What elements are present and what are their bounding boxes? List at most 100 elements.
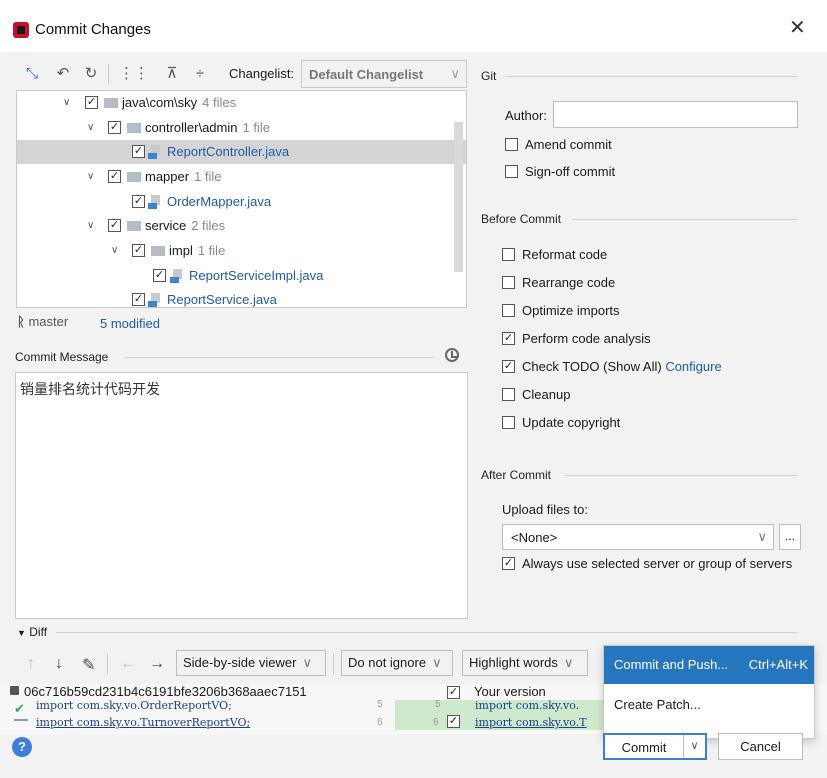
help-button[interactable]: ? <box>12 737 32 757</box>
branch-name: master <box>28 314 69 329</box>
option-label: Check TODO (Show All) Configure <box>522 359 722 374</box>
option-label: Cleanup <box>522 387 571 402</box>
browse-servers-button[interactable]: ... <box>779 524 801 550</box>
commit-button-label: Commit <box>621 740 667 755</box>
after-commit-header: After Commit <box>481 468 552 482</box>
checkbox[interactable]: ✓ <box>132 195 145 208</box>
tree-row[interactable]: ∨ ✓ controller\admin 1 file <box>17 116 466 140</box>
checkbox[interactable]: ✓ <box>502 557 515 570</box>
tree-row[interactable]: ∨ ✓ impl 1 file <box>17 239 466 263</box>
checkbox[interactable]: ✓ <box>132 145 145 158</box>
tree-label: java\com\sky <box>122 95 198 110</box>
menu-item-shortcut: Ctrl+Alt+K <box>748 657 808 672</box>
checkbox[interactable]: ✓ <box>502 360 515 373</box>
code-line: import com.sky.vo.OrderReportVO; <box>36 699 232 712</box>
commit-history-icon[interactable] <box>445 348 459 362</box>
group-by-icon[interactable]: ⋮⋮ <box>119 64 149 84</box>
tree-row[interactable]: ∨ ✓ mapper 1 file <box>17 165 466 189</box>
cancel-button[interactable]: Cancel <box>718 733 803 760</box>
configure-link[interactable]: Configure <box>665 359 721 374</box>
folder-icon <box>127 123 141 133</box>
ignore-whitespace-select[interactable]: Do not ignore ∨ <box>341 650 453 676</box>
tree-row[interactable]: ✓ ReportServiceImpl.java <box>17 264 466 288</box>
tree-label: impl <box>169 243 193 258</box>
chevron-down-icon[interactable]: ∨ <box>683 735 705 758</box>
commit-button[interactable]: Commit ∨ <box>603 733 707 760</box>
arrow-right-icon[interactable]: → <box>149 655 165 673</box>
highlight-mode-select[interactable]: Highlight words ∨ <box>462 650 588 676</box>
checkbox[interactable] <box>505 138 518 151</box>
checkbox[interactable] <box>502 388 515 401</box>
branch-indicator[interactable]: ᚱ master <box>17 314 68 329</box>
changelist-value: Default Changelist <box>309 67 424 82</box>
tree-row[interactable]: ∨ ✓ service 2 files <box>17 214 466 238</box>
arrow-down-icon[interactable]: ↓ <box>55 655 63 673</box>
arrow-left-icon[interactable]: ← <box>120 655 136 673</box>
menu-item-label: Create Patch... <box>614 697 701 712</box>
checkbox[interactable]: ✓ <box>108 170 121 183</box>
rollback-icon[interactable]: ↶ <box>53 64 73 84</box>
chevron-down-icon: ∨ <box>563 655 574 670</box>
chevron-down-icon[interactable]: ∨ <box>63 91 70 115</box>
checkbox[interactable] <box>502 276 515 289</box>
checkbox[interactable] <box>502 304 515 317</box>
changelist-select[interactable]: Default Changelist ∨ <box>301 60 467 88</box>
checkbox[interactable] <box>502 248 515 261</box>
checkbox[interactable]: ✓ <box>108 121 121 134</box>
line-number: 6 <box>433 717 439 728</box>
option-label: Perform code analysis <box>522 331 651 346</box>
tree-row-selected[interactable]: ✓ ReportController.java <box>17 140 466 164</box>
include-checkbox-header[interactable]: ✓ <box>447 683 460 699</box>
checkbox[interactable]: ✓ <box>85 96 98 109</box>
chevron-down-icon[interactable]: ∨ <box>87 116 94 140</box>
show-diff-icon[interactable]: ⤡ <box>22 64 42 84</box>
divider <box>572 219 797 220</box>
tree-row[interactable]: ∨ ✓ java\com\sky 4 files <box>17 91 466 115</box>
checkbox[interactable]: ✓ <box>502 332 515 345</box>
commit-message-input[interactable]: 销量排名统计代码开发 <box>15 372 468 619</box>
checkbox[interactable]: ✓ <box>132 244 145 257</box>
ignore-value: Do not ignore <box>348 655 427 670</box>
checkbox[interactable]: ✓ <box>132 293 145 306</box>
folder-icon <box>151 246 165 256</box>
modified-count-link[interactable]: 5 modified <box>100 316 160 331</box>
line-number: 5 <box>435 699 441 710</box>
checkbox[interactable]: ✓ <box>447 686 460 699</box>
refresh-icon[interactable]: ↻ <box>81 64 101 84</box>
chevron-down-icon[interactable]: ∨ <box>111 239 118 263</box>
option-label: Always use selected server or group of s… <box>522 556 793 571</box>
tree-row[interactable]: ✓ ReportService.java <box>17 288 466 307</box>
divider <box>565 475 797 476</box>
chevron-down-icon[interactable]: ∨ <box>87 165 94 189</box>
edit-icon[interactable]: ✎ <box>82 655 95 675</box>
upload-label: Upload files to: <box>502 502 588 517</box>
close-icon[interactable]: ✕ <box>789 18 806 38</box>
collapse-all-icon[interactable]: ÷ <box>190 64 210 84</box>
file-count: 1 file <box>242 120 270 135</box>
viewer-mode-select[interactable]: Side-by-side viewer ∨ <box>176 650 326 676</box>
tree-label: OrderMapper.java <box>167 194 272 209</box>
commit-and-push-item[interactable]: Commit and Push... Ctrl+Alt+K <box>604 646 814 684</box>
intellij-app-icon <box>13 22 29 38</box>
checkbox[interactable]: ✓ <box>153 269 166 282</box>
diff-toggle[interactable]: ▼ Diff <box>17 625 47 639</box>
checkbox[interactable]: ✓ <box>108 219 121 232</box>
tree-scrollbar[interactable] <box>454 122 463 272</box>
upload-server-select[interactable]: <None> ∨ <box>502 524 774 550</box>
chevron-down-icon[interactable]: ∨ <box>87 214 94 238</box>
file-count: 2 files <box>191 218 226 233</box>
author-input[interactable] <box>553 101 798 128</box>
checkbox[interactable]: ✓ <box>447 715 460 728</box>
changes-tree[interactable]: ∨ ✓ java\com\sky 4 files ∨ ✓ controller\a… <box>16 90 467 308</box>
tree-row[interactable]: ✓ OrderMapper.java <box>17 190 466 214</box>
checkbox[interactable] <box>505 165 518 178</box>
tree-label: ReportController.java <box>167 144 290 159</box>
arrow-up-icon[interactable]: ↑ <box>27 655 35 673</box>
expand-all-icon[interactable]: ⊼ <box>162 64 182 84</box>
commit-message-header: Commit Message <box>15 350 109 364</box>
toolbar-separator <box>108 64 109 84</box>
checkbox[interactable] <box>502 416 515 429</box>
include-line-checkbox[interactable]: ✓ <box>447 712 460 728</box>
create-patch-item[interactable]: Create Patch... <box>604 686 814 724</box>
lock-icon <box>10 686 19 695</box>
